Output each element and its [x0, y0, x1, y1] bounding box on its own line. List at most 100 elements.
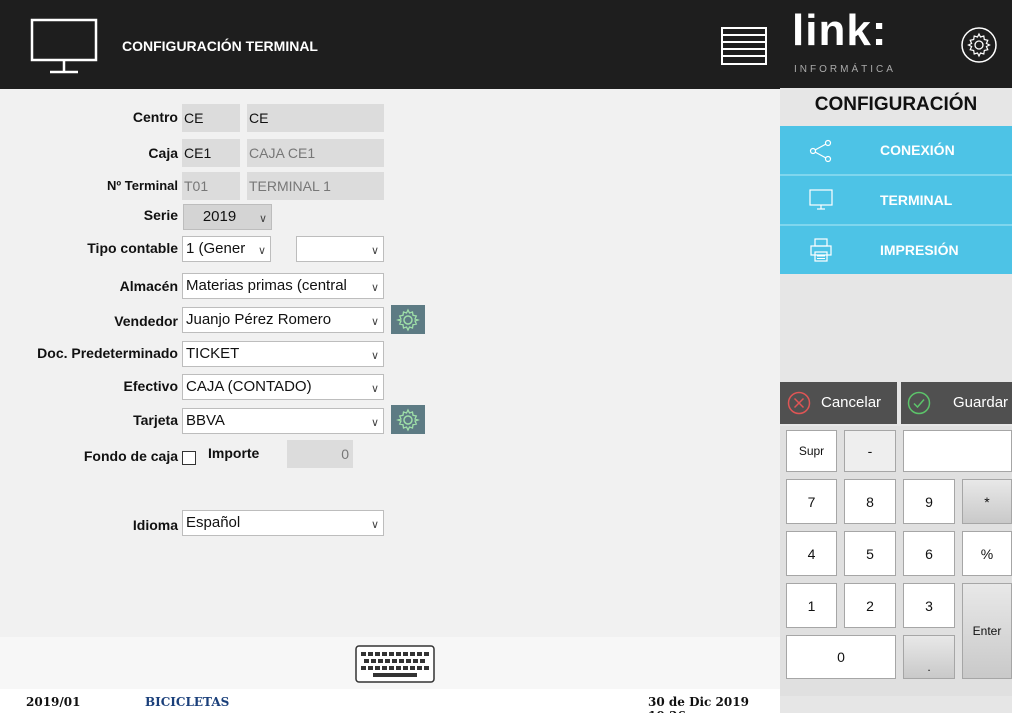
- key-enter[interactable]: Enter: [962, 583, 1012, 679]
- terminal-config-form: Centro CE CE Caja CE1 CAJA CE1 Nº Termin…: [0, 89, 780, 637]
- centro-code-field[interactable]: CE: [182, 104, 240, 132]
- brand-logo: link:: [792, 6, 888, 55]
- chevron-down-icon: ∨: [370, 519, 379, 531]
- serie-label: Serie: [143, 207, 178, 223]
- monitor-icon: [809, 189, 833, 210]
- chevron-down-icon: ∨: [370, 383, 379, 395]
- key-supr[interactable]: Supr: [786, 430, 837, 472]
- cancel-label: Cancelar: [821, 394, 882, 411]
- centro-name-field: CE: [247, 104, 384, 132]
- fondo-caja-checkbox[interactable]: [182, 451, 196, 465]
- nav-item-terminal[interactable]: TERMINAL: [780, 176, 1012, 224]
- almacen-select[interactable]: Materias primas (central ∨: [182, 273, 384, 299]
- nav-label-terminal: TERMINAL: [880, 192, 953, 208]
- key-0[interactable]: 0: [786, 635, 896, 679]
- tarjeta-value: BBVA: [186, 412, 225, 429]
- chevron-down-icon: ∨: [370, 316, 379, 328]
- chevron-down-icon: ∨: [258, 213, 267, 225]
- key-minus[interactable]: -: [844, 430, 896, 472]
- key-3[interactable]: 3: [903, 583, 955, 628]
- tipo-contable-label: Tipo contable: [87, 240, 178, 256]
- key-multiply[interactable]: *: [962, 479, 1012, 524]
- doc-predeterminado-select[interactable]: TICKET ∨: [182, 341, 384, 367]
- caja-label: Caja: [148, 145, 178, 161]
- idioma-value: Español: [186, 514, 241, 531]
- terminal-name-field: TERMINAL 1: [247, 172, 384, 200]
- terminal-code-field: T01: [182, 172, 240, 200]
- caja-code-field[interactable]: CE1: [182, 139, 240, 167]
- share-icon: [809, 139, 832, 163]
- key-9[interactable]: 9: [903, 479, 955, 524]
- status-datetime: 30 de Dic 2019 10:26: [648, 695, 749, 713]
- almacen-label: Almacén: [119, 278, 178, 294]
- terminal-label: Nº Terminal: [107, 178, 178, 193]
- key-8[interactable]: 8: [844, 479, 896, 524]
- nav-item-impresion[interactable]: IMPRESIÓN: [780, 226, 1012, 274]
- vendedor-settings-button[interactable]: [391, 305, 425, 334]
- cancel-icon: [787, 391, 811, 415]
- key-7[interactable]: 7: [786, 479, 837, 524]
- gear-icon: [396, 408, 420, 431]
- printer-icon: [810, 238, 832, 262]
- status-company: BICICLETAS: [145, 695, 230, 709]
- nav-item-conexion[interactable]: CONEXIÓN: [780, 126, 1012, 174]
- tarjeta-label: Tarjeta: [133, 412, 178, 428]
- numeric-keypad: Supr - 7 8 9 * 4 5 6 % 1 2 3 Enter 0 .: [780, 426, 1012, 696]
- key-percent[interactable]: %: [962, 531, 1012, 576]
- tipo-contable-secondary-select[interactable]: ∨: [296, 236, 384, 262]
- serie-value: 2019: [202, 208, 237, 225]
- key-2[interactable]: 2: [844, 583, 896, 628]
- efectivo-label: Efectivo: [123, 378, 178, 394]
- key-4[interactable]: 4: [786, 531, 837, 576]
- vendedor-label: Vendedor: [114, 313, 178, 329]
- centro-label: Centro: [132, 109, 178, 125]
- config-title: CONFIGURACIÓN: [780, 88, 1012, 126]
- key-6[interactable]: 6: [903, 531, 955, 576]
- nav-label-conexion: CONEXIÓN: [880, 142, 955, 158]
- keypad-display[interactable]: [903, 430, 1012, 472]
- vendedor-value: Juanjo Pérez Romero: [186, 311, 332, 328]
- gear-icon[interactable]: [960, 26, 998, 64]
- status-period: 2019/01: [26, 695, 81, 709]
- cancel-button[interactable]: Cancelar: [780, 382, 897, 424]
- caja-name-field: CAJA CE1: [247, 139, 384, 167]
- right-panel: link: INFORMÁTICA CONFIGURACIÓN CONEXIÓN…: [780, 0, 1012, 713]
- fondo-caja-label: Fondo de caja: [83, 448, 178, 464]
- menu-icon[interactable]: [721, 27, 767, 65]
- tipo-contable-select[interactable]: 1 (Gener ∨: [182, 236, 271, 262]
- importe-label: Importe: [208, 445, 260, 461]
- chevron-down-icon: ∨: [370, 417, 379, 429]
- check-icon: [907, 391, 931, 415]
- doc-predeterminado-value: TICKET: [186, 345, 240, 362]
- efectivo-value: CAJA (CONTADO): [186, 378, 312, 395]
- vendedor-select[interactable]: Juanjo Pérez Romero ∨: [182, 307, 384, 333]
- header-bar: CONFIGURACIÓN TERMINAL: [0, 0, 780, 89]
- key-dot[interactable]: .: [903, 635, 955, 679]
- chevron-down-icon: ∨: [370, 245, 379, 257]
- nav-label-impresion: IMPRESIÓN: [880, 242, 959, 258]
- key-1[interactable]: 1: [786, 583, 837, 628]
- logo-area: link: INFORMÁTICA: [780, 0, 1012, 88]
- efectivo-select[interactable]: CAJA (CONTADO) ∨: [182, 374, 384, 400]
- chevron-down-icon: ∨: [257, 239, 266, 261]
- monitor-icon: [30, 18, 98, 74]
- tarjeta-settings-button[interactable]: [391, 405, 425, 434]
- tipo-contable-value: 1 (Gener: [186, 240, 246, 257]
- chevron-down-icon: ∨: [370, 350, 379, 362]
- almacen-value: Materias primas (central: [186, 277, 347, 294]
- idioma-label: Idioma: [132, 517, 178, 533]
- keyboard-icon[interactable]: [355, 645, 435, 683]
- status-bar: 2019/01 BICICLETAS 30 de Dic 2019 10:26: [0, 689, 780, 713]
- gear-icon: [396, 308, 420, 331]
- key-5[interactable]: 5: [844, 531, 896, 576]
- save-button[interactable]: Guardar: [901, 382, 1012, 424]
- serie-select[interactable]: 2019 ∨: [183, 204, 272, 230]
- doc-predeterminado-label: Doc. Predeterminado: [37, 345, 178, 361]
- action-bar: Cancelar Guardar: [780, 382, 1012, 424]
- idioma-select[interactable]: Español ∨: [182, 510, 384, 536]
- save-label: Guardar: [953, 394, 1009, 411]
- importe-field[interactable]: 0: [287, 440, 353, 468]
- page-title: CONFIGURACIÓN TERMINAL: [122, 38, 318, 54]
- tarjeta-select[interactable]: BBVA ∨: [182, 408, 384, 434]
- brand-logo-subtitle: INFORMÁTICA: [794, 64, 896, 75]
